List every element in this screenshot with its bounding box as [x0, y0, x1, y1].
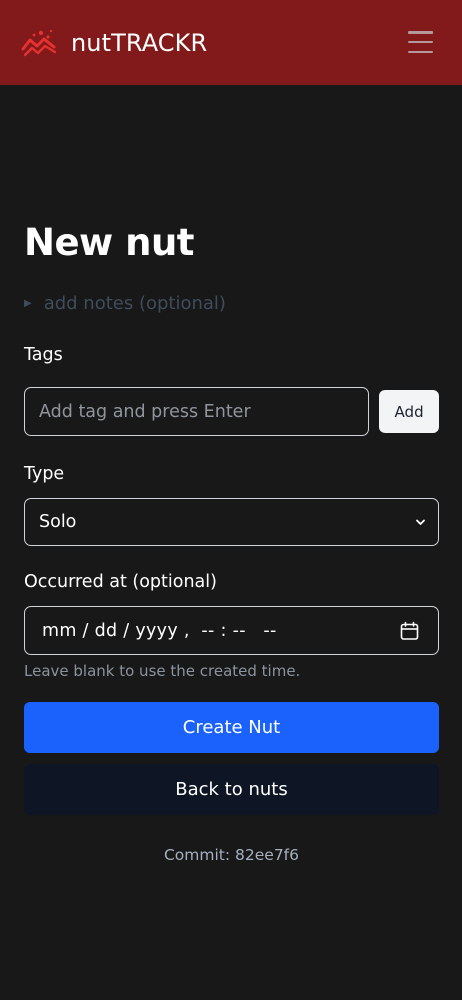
calendar-icon[interactable]: [400, 621, 419, 640]
tags-label: Tags: [24, 345, 63, 365]
add-tag-button[interactable]: Add: [379, 390, 439, 433]
tag-input[interactable]: [24, 387, 370, 436]
type-select[interactable]: Solo: [24, 498, 439, 546]
hamburger-menu-icon[interactable]: [408, 31, 433, 53]
brand-link[interactable]: nutTRACKR: [21, 28, 207, 58]
datetime-placeholder: mm / dd / yyyy , -- : -- --: [42, 620, 277, 641]
type-select-value: Solo: [39, 512, 77, 532]
page-title: New nut: [24, 221, 195, 264]
brand-name: nutTRACKR: [71, 28, 208, 57]
commit-hash: Commit: 82ee7f6: [163, 846, 299, 864]
back-to-nuts-button[interactable]: Back to nuts: [24, 764, 439, 815]
notes-toggle-label: add notes (optional): [43, 292, 226, 314]
chevron-down-icon: [416, 519, 425, 525]
create-nut-button[interactable]: Create Nut: [24, 702, 439, 753]
tag-row: Add: [24, 387, 439, 436]
occurred-datetime-input[interactable]: mm / dd / yyyy , -- : -- --: [24, 606, 439, 655]
navbar: nutTRACKR: [0, 0, 462, 85]
type-label: Type: [24, 464, 65, 484]
new-nut-form: New nut ▶ add notes (optional) Tags Add …: [24, 220, 439, 864]
occurred-label: Occurred at (optional): [24, 572, 217, 592]
trend-zigzag-icon: [21, 29, 57, 56]
disclosure-triangle-icon: ▶: [24, 297, 32, 309]
notes-toggle[interactable]: ▶ add notes (optional): [24, 292, 439, 314]
occurred-help-text: Leave blank to use the created time.: [24, 662, 301, 680]
